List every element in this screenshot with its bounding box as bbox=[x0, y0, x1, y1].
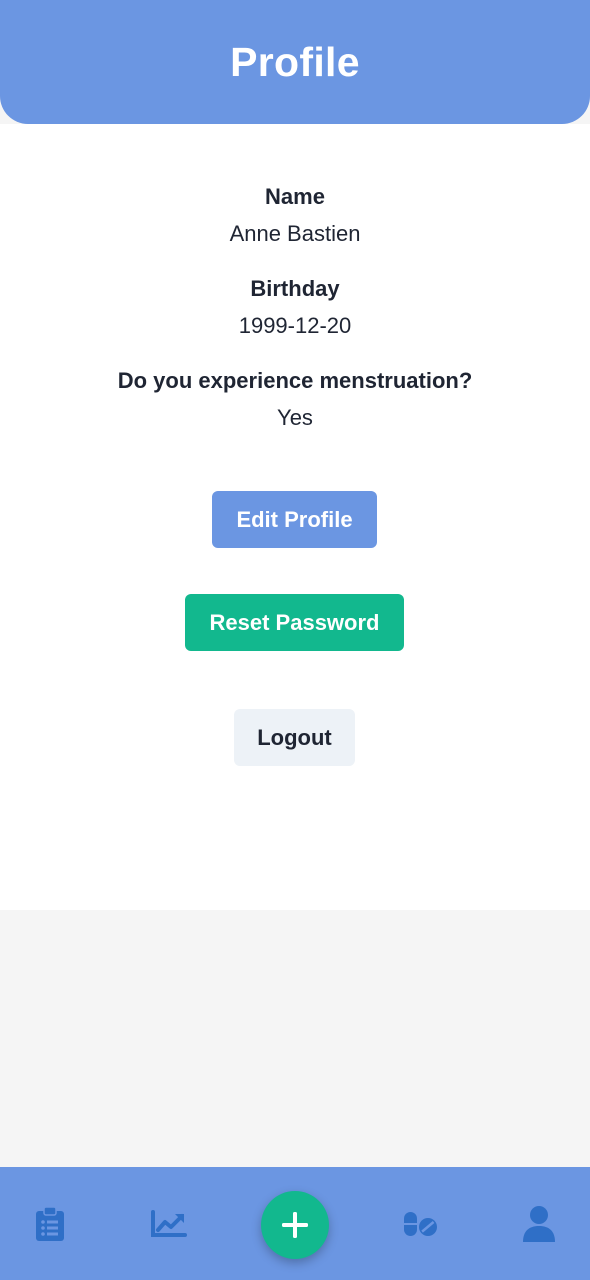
name-label: Name bbox=[265, 184, 325, 209]
header-bar: Profile bbox=[0, 0, 590, 124]
birthday-label: Birthday bbox=[250, 276, 340, 301]
logout-button[interactable]: Logout bbox=[234, 709, 355, 766]
user-icon bbox=[523, 1205, 555, 1242]
nav-item-profile[interactable] bbox=[499, 1167, 579, 1280]
profile-panel: Name Anne Bastien Birthday 1999-12-20 Do… bbox=[0, 124, 590, 910]
menstruation-value: Yes bbox=[277, 405, 313, 430]
nav-item-log[interactable] bbox=[10, 1167, 90, 1280]
nav-item-medications[interactable] bbox=[380, 1167, 460, 1280]
nav-item-charts[interactable] bbox=[129, 1167, 209, 1280]
name-value: Anne Bastien bbox=[229, 221, 361, 246]
birthday-value: 1999-12-20 bbox=[238, 313, 352, 338]
chart-line-icon bbox=[151, 1209, 187, 1237]
plus-icon bbox=[282, 1212, 308, 1238]
edit-profile-button[interactable]: Edit Profile bbox=[212, 491, 377, 548]
add-entry-button[interactable] bbox=[261, 1191, 329, 1259]
clipboard-list-icon bbox=[36, 1206, 64, 1241]
pills-icon bbox=[404, 1211, 437, 1236]
page-title: Profile bbox=[230, 38, 360, 85]
reset-password-button[interactable]: Reset Password bbox=[185, 594, 404, 651]
menstruation-label: Do you experience menstruation? bbox=[117, 368, 473, 393]
